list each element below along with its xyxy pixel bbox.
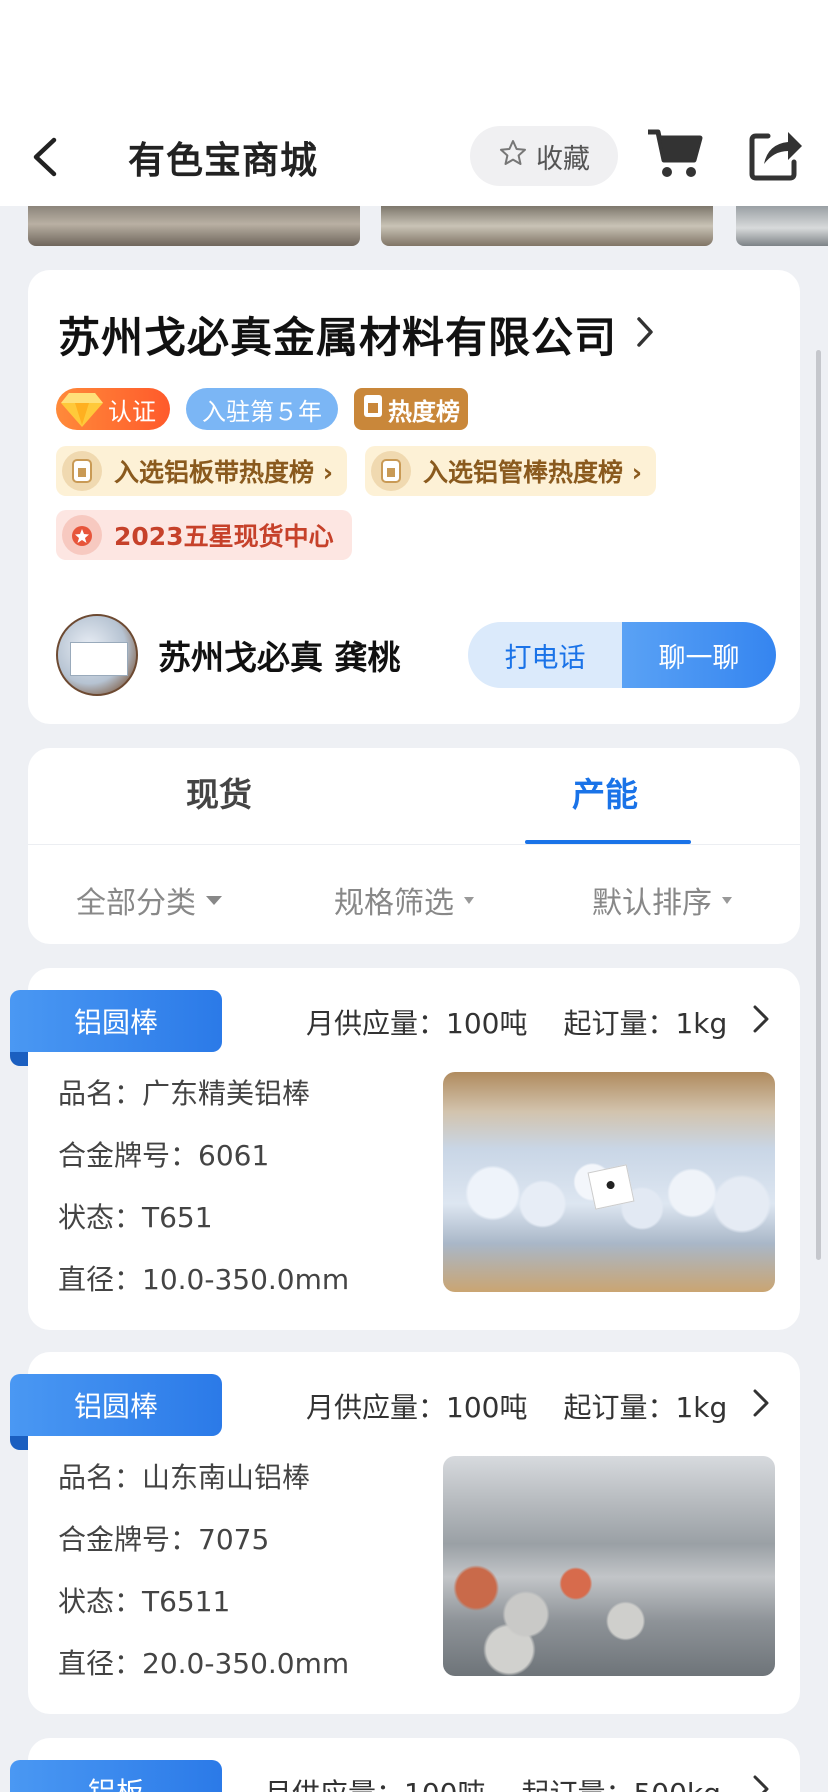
years-badge: 入驻第５年 [186, 388, 338, 430]
product-label-sticker [587, 1164, 635, 1210]
favorite-label: 收藏 [536, 143, 590, 175]
spec-alloy: 合金牌号：7075 [58, 1523, 270, 1556]
filter-spec[interactable]: 规格筛选 [334, 878, 474, 922]
chevron-right-icon [635, 310, 655, 359]
hot-list-plate[interactable]: 入选铝板带热度榜 › [56, 446, 348, 496]
chevron-right-icon[interactable] [750, 1386, 772, 1420]
spec-alloy: 合金牌号：6061 [58, 1139, 270, 1172]
favorite-button[interactable]: 收藏 [470, 126, 618, 186]
hot-lists: 入选铝板带热度榜 › 入选铝管棒热度榜 › [56, 446, 657, 496]
cart-icon[interactable] [644, 126, 704, 182]
filter-sort-label: 默认排序 [592, 886, 712, 921]
min-order: 起订量：1kg [563, 1391, 728, 1424]
monthly-supply: 月供应量：100吨 [306, 1007, 528, 1040]
star-center-badge[interactable]: 2023五星现货中心 [56, 510, 352, 560]
medal-icon [371, 451, 412, 491]
page-title: 有色宝商城 [128, 139, 318, 182]
cert-badge: 认证 [56, 388, 170, 430]
supply-info: 月供应量：100吨 起订量：1kg [306, 1002, 727, 1042]
medal-icon [62, 451, 102, 491]
call-button[interactable]: 打电话 [468, 622, 622, 688]
contact-name: 苏州戈必真 龚桃 [158, 638, 401, 677]
spec-diameter: 直径：10.0-350.0mm [58, 1263, 350, 1296]
hot-list-tube-label: 入选铝管棒热度榜 › [423, 458, 643, 487]
star-outline-icon [498, 138, 528, 175]
company-badges: 认证 入驻第５年 热度榜 [56, 388, 468, 430]
product-tag: 铝圆棒 [10, 990, 222, 1066]
caret-down-icon [206, 895, 222, 905]
share-icon[interactable] [746, 126, 804, 182]
app-header: 有色宝商城 收藏 [0, 0, 828, 206]
page: 有色宝商城 收藏 苏州戈必真金属材料有限公司 认证 入驻第５年 热度榜 入选铝板… [0, 0, 828, 1792]
star-center-label: 2023五星现货中心 [114, 522, 334, 551]
cert-badge-label: 认证 [108, 397, 156, 426]
tabs-card: 现货 产能 全部分类 规格筛选 默认排序 [28, 748, 800, 944]
spec-temper: 状态：T6511 [58, 1585, 231, 1618]
contact-buttons: 打电话 聊一聊 [468, 622, 776, 688]
caret-down-icon [464, 896, 474, 904]
contact-row: 苏州戈必真 龚桃 [56, 614, 401, 696]
min-order: 起订量：1kg [563, 1007, 728, 1040]
spec-product-name: 品名：山东南山铝棒 [58, 1461, 311, 1494]
product-tag: 铝板 [10, 1760, 222, 1792]
product-tag: 铝圆棒 [10, 1374, 222, 1450]
filter-category-label: 全部分类 [76, 886, 196, 921]
spec-diameter: 直径：20.0-350.0mm [58, 1647, 350, 1680]
company-name-link[interactable]: 苏州戈必真金属材料有限公司 [58, 304, 655, 365]
diamond-icon [56, 388, 108, 430]
product-card[interactable]: 铝圆棒 月供应量：100吨 起订量：1kg 品名：山东南山铝棒 合金牌号：707… [10, 1352, 800, 1714]
supply-info: 月供应量：100吨 起订量：500kg [264, 1772, 721, 1792]
banner-image-1[interactable] [28, 206, 360, 246]
tab-spot[interactable]: 现货 [186, 768, 252, 816]
divider [28, 844, 800, 845]
caret-down-icon [722, 896, 732, 904]
product-image[interactable] [443, 1072, 775, 1292]
company-card: 苏州戈必真金属材料有限公司 认证 入驻第５年 热度榜 入选铝板带热度榜 › 入选… [28, 270, 800, 724]
hot-badge: 热度榜 [354, 388, 468, 430]
product-image[interactable] [443, 1456, 775, 1676]
spec-temper: 状态：T651 [58, 1201, 213, 1234]
filter-sort[interactable]: 默认排序 [592, 878, 732, 922]
star-center: 2023五星现货中心 [56, 510, 352, 560]
hot-badge-label: 热度榜 [388, 397, 460, 426]
chevron-right-icon[interactable] [750, 1772, 772, 1792]
min-order: 起订量：500kg [521, 1772, 720, 1792]
monthly-supply: 月供应量：100吨 [306, 1391, 528, 1424]
product-specs: 品名：广东精美铝棒 合金牌号：6061 状态：T651 直径：10.0-350.… [58, 1078, 349, 1296]
filter-category[interactable]: 全部分类 [76, 878, 222, 922]
supply-info: 月供应量：100吨 起订量：1kg [306, 1386, 727, 1426]
star-medal-icon [62, 515, 102, 555]
hot-list-icon [362, 393, 384, 425]
hot-list-plate-label: 入选铝板带热度榜 › [114, 458, 334, 487]
product-specs: 品名：山东南山铝棒 合金牌号：7075 状态：T6511 直径：20.0-350… [58, 1462, 349, 1680]
product-card[interactable]: 铝板 月供应量：100吨 起订量：500kg [10, 1738, 800, 1792]
back-arrow-icon[interactable] [26, 132, 66, 182]
company-name: 苏州戈必真金属材料有限公司 [58, 313, 618, 362]
spec-product-name: 品名：广东精美铝棒 [58, 1077, 311, 1110]
monthly-supply: 月供应量：100吨 [264, 1772, 485, 1792]
chat-button[interactable]: 聊一聊 [622, 622, 776, 688]
banner-image-3[interactable] [736, 206, 828, 246]
scrollbar[interactable] [816, 350, 821, 1260]
avatar[interactable] [56, 614, 138, 696]
hot-list-tube[interactable]: 入选铝管棒热度榜 › [365, 446, 657, 496]
banner-image-2[interactable] [381, 206, 713, 246]
chevron-right-icon[interactable] [750, 1002, 772, 1036]
product-card[interactable]: 铝圆棒 月供应量：100吨 起订量：1kg 品名：广东精美铝棒 合金牌号：606… [10, 968, 800, 1330]
tab-capacity[interactable]: 产能 [572, 768, 638, 816]
filter-spec-label: 规格筛选 [334, 886, 454, 921]
